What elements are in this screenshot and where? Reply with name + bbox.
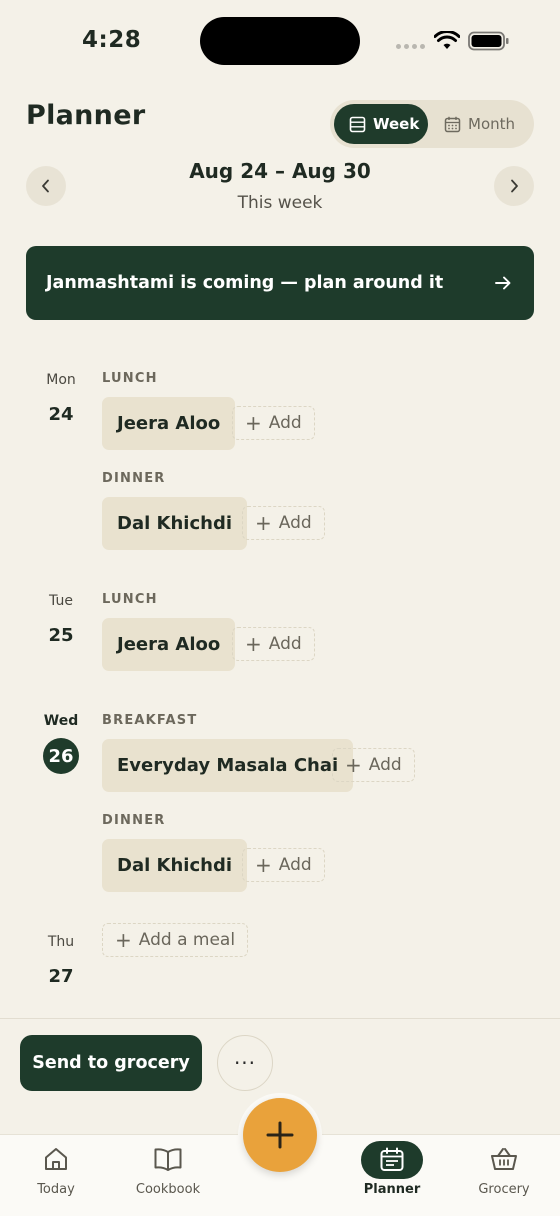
view-toggle: Week Month xyxy=(330,100,534,148)
add-label: Add xyxy=(278,513,312,533)
date-range-title: Aug 24 – Aug 30 xyxy=(189,159,371,183)
day-number-tue: 25 xyxy=(48,625,74,646)
tab-label: Grocery xyxy=(478,1182,530,1197)
divider xyxy=(0,1018,560,1019)
plus-icon: + xyxy=(345,753,362,777)
calendar-icon xyxy=(380,1147,404,1171)
tab-grocery[interactable]: Grocery xyxy=(448,1135,560,1216)
week-toggle-button[interactable]: Week xyxy=(334,104,428,144)
basket-icon xyxy=(491,1148,517,1170)
tab-label: Today xyxy=(37,1182,75,1197)
more-options-button[interactable]: ··· xyxy=(217,1035,273,1091)
meal-chip[interactable]: Jeera Aloo xyxy=(102,397,236,450)
page-title: Planner xyxy=(26,100,146,131)
day-name-tue: Tue xyxy=(49,593,73,609)
add-dish-button[interactable]: + Add xyxy=(232,406,315,440)
meal-chip[interactable]: Dal Khichdi xyxy=(102,839,247,892)
add-fab-button[interactable] xyxy=(243,1098,317,1172)
day-name-wed: Wed xyxy=(43,713,79,729)
signal-icon xyxy=(396,44,425,49)
wifi-icon xyxy=(434,31,460,49)
tab-today[interactable]: Today xyxy=(0,1135,112,1216)
add-label: Add xyxy=(278,855,312,875)
add-dish-button[interactable]: + Add xyxy=(242,506,325,540)
meal-label: DINNER xyxy=(102,471,166,486)
day-number-mon: 24 xyxy=(48,404,74,425)
tab-label: Planner xyxy=(363,1182,421,1197)
battery-icon xyxy=(468,31,509,51)
add-meal-button[interactable]: + Add a meal xyxy=(102,923,249,957)
add-meal-label: Add a meal xyxy=(138,930,236,950)
date-range-subtitle: This week xyxy=(237,193,323,213)
list-icon xyxy=(349,116,366,132)
meal-chip[interactable]: Jeera Aloo xyxy=(102,618,236,671)
meal-label: BREAKFAST xyxy=(102,713,198,728)
month-toggle-label: Month xyxy=(468,115,516,133)
add-dish-button[interactable]: + Add xyxy=(242,848,325,882)
meal-chip[interactable]: Dal Khichdi xyxy=(102,497,247,550)
home-icon xyxy=(45,1148,67,1170)
day-name-mon: Mon xyxy=(46,372,76,388)
meal-chip[interactable]: Everyday Masala Chai xyxy=(102,739,354,792)
meal-label: LUNCH xyxy=(102,592,158,607)
meal-label: DINNER xyxy=(102,813,166,828)
calendar-icon xyxy=(444,116,461,132)
add-label: Add xyxy=(268,634,302,654)
tab-cookbook[interactable]: Cookbook xyxy=(112,1135,224,1216)
plus-icon: + xyxy=(255,511,272,535)
add-dish-button[interactable]: + Add xyxy=(232,627,315,661)
add-dish-button[interactable]: + Add xyxy=(332,748,415,782)
add-label: Add xyxy=(368,755,402,775)
week-toggle-label: Week xyxy=(373,115,420,133)
banner-text: Janmashtami is coming — plan around it xyxy=(46,273,444,293)
day-number-thu: 27 xyxy=(48,966,74,987)
status-time: 4:28 xyxy=(82,27,142,53)
today-badge: 26 xyxy=(43,738,79,774)
festival-banner[interactable]: Janmashtami is coming — plan around it xyxy=(26,246,534,320)
plus-icon xyxy=(266,1121,294,1149)
add-label: Add xyxy=(268,413,302,433)
day-name-thu: Thu xyxy=(47,934,75,950)
tab-label: Cookbook xyxy=(135,1182,201,1197)
meal-label: LUNCH xyxy=(102,371,158,386)
plus-icon: + xyxy=(245,411,262,435)
send-to-grocery-button[interactable]: Send to grocery xyxy=(20,1035,202,1091)
plus-icon: + xyxy=(255,853,272,877)
status-bar: 4:28 xyxy=(0,0,560,84)
tab-planner[interactable]: Planner xyxy=(336,1135,448,1216)
dynamic-island xyxy=(200,17,360,65)
book-icon xyxy=(154,1148,182,1171)
plus-icon: + xyxy=(115,928,132,952)
month-toggle-button[interactable]: Month xyxy=(438,104,530,144)
plus-icon: + xyxy=(245,632,262,656)
arrow-right-icon xyxy=(495,276,511,290)
